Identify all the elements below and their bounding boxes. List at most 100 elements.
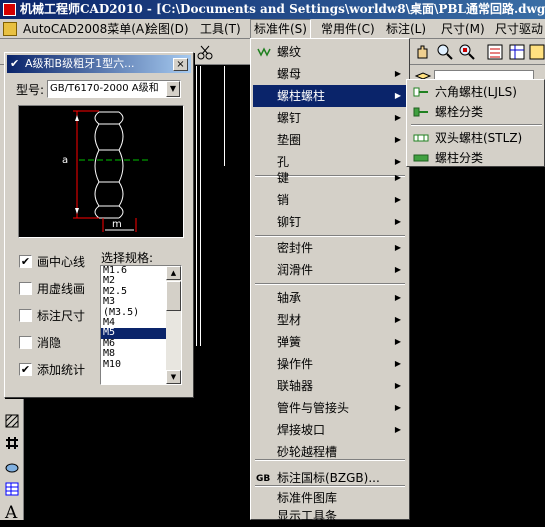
menu-item-lubricant[interactable]: 润滑件 ▶ xyxy=(253,259,407,281)
hex-bolt-icon xyxy=(413,87,428,97)
checkbox-statistics-label: 添加统计 xyxy=(37,363,86,377)
submenu-arrow-icon: ▶ xyxy=(394,265,401,274)
menu-item-screw[interactable]: 螺钉 ▶ xyxy=(253,107,407,129)
zoom-icon[interactable] xyxy=(436,43,454,61)
submenu-arrow-icon: ▶ xyxy=(394,195,401,204)
menu-item-coupling[interactable]: 联轴器 ▶ xyxy=(253,375,407,397)
menu-item-label: 联轴器 xyxy=(277,379,314,393)
menu-item-rivet[interactable]: 铆钉 ▶ xyxy=(253,211,407,233)
menubar: AutoCAD2008菜单(A) 绘图(D) 工具(T) 标准件(S) 常用件(… xyxy=(0,19,545,39)
scroll-down-icon[interactable]: ▼ xyxy=(166,370,181,384)
nut-preview: a m xyxy=(18,105,184,238)
submenu-item-double-stud[interactable]: 双头螺柱(STLZ) xyxy=(409,128,544,148)
hatch-icon[interactable] xyxy=(4,413,20,429)
menu-draw[interactable]: 绘图(D) xyxy=(143,19,192,39)
design-center-icon[interactable] xyxy=(508,43,526,61)
menu-item-label: 螺柱螺柱 xyxy=(277,89,326,103)
submenu-arrow-icon: ▶ xyxy=(394,69,401,78)
region-icon[interactable] xyxy=(4,459,20,475)
menu-item-bolt-stud[interactable]: 螺柱螺柱 ▶ xyxy=(253,85,407,107)
menu-standard-parts[interactable]: 标准件(S) xyxy=(250,19,311,39)
checkbox-centerline-label: 画中心线 xyxy=(37,255,86,269)
menu-item-label: 轴承 xyxy=(277,291,302,305)
drawing-line xyxy=(196,66,197,346)
submenu-arrow-icon: ▶ xyxy=(394,217,401,226)
table-grid-icon[interactable] xyxy=(4,435,20,451)
thread-icon xyxy=(257,47,271,57)
menu-item-spring[interactable]: 弹簧 ▶ xyxy=(253,331,407,353)
menu-dim-drive[interactable]: 尺寸驱动 xyxy=(492,19,545,39)
double-stud-icon xyxy=(413,134,429,142)
submenu-item-label: 螺栓分类 xyxy=(435,105,484,119)
dialog-titlebar[interactable]: ✔ A级和B级粗牙1型六... × xyxy=(7,55,191,73)
scroll-up-icon[interactable]: ▲ xyxy=(166,266,181,280)
menu-item-pipe-fittings[interactable]: 管件与管接头 ▶ xyxy=(253,397,407,419)
checkbox-dashed[interactable] xyxy=(19,282,32,295)
properties-icon[interactable] xyxy=(486,43,504,61)
checkmark-icon: ✔ xyxy=(10,57,20,70)
menu-separator xyxy=(411,124,542,126)
spec-label: 选择规格: xyxy=(101,251,154,265)
submenu-item-label: 六角螺柱(LJLS) xyxy=(435,85,517,99)
dialog-title: A级和B级粗牙1型六... xyxy=(25,57,135,70)
menu-separator xyxy=(255,283,405,285)
pan-icon[interactable] xyxy=(414,43,432,61)
menu-common-parts[interactable]: 常用件(C) xyxy=(318,19,378,39)
spec-list[interactable]: M1.6 M2 M2.5 M3 (M3.5) M4 M5 M6 M8 M10 ▲… xyxy=(100,265,182,385)
scroll-thumb[interactable] xyxy=(166,281,181,311)
menu-item-label: 密封件 xyxy=(277,241,314,255)
submenu-item-hex-bolt[interactable]: 六角螺柱(LJLS) xyxy=(409,82,544,102)
dialog-close-button[interactable]: × xyxy=(173,58,188,71)
menu-item-operating-part[interactable]: 操作件 ▶ xyxy=(253,353,407,375)
scissors-icon[interactable] xyxy=(196,43,214,61)
menu-item-label: 键 xyxy=(277,171,290,185)
menu-item-label: 铆钉 xyxy=(277,215,302,229)
submenu-item-stud-category[interactable]: 螺柱分类 xyxy=(409,148,544,168)
tool-palette-icon[interactable] xyxy=(528,43,545,61)
table-icon[interactable] xyxy=(4,481,20,497)
menu-item-weld-groove[interactable]: 焊接坡口 ▶ xyxy=(253,419,407,441)
menu-item-seal[interactable]: 密封件 ▶ xyxy=(253,237,407,259)
menu-autocad[interactable]: AutoCAD2008菜单(A) xyxy=(20,19,152,39)
submenu-item-bolt-category[interactable]: 螺栓分类 xyxy=(409,102,544,122)
menu-annotate[interactable]: 标注(L) xyxy=(383,19,429,39)
checkbox-statistics[interactable]: ✔ xyxy=(19,363,32,376)
menu-item-label: 弹簧 xyxy=(277,335,302,349)
submenu-item-label: 双头螺柱(STLZ) xyxy=(435,131,523,145)
text-tool-icon[interactable]: A xyxy=(5,503,17,523)
zoom-window-icon[interactable] xyxy=(458,43,476,61)
submenu-arrow-icon: ▶ xyxy=(394,315,401,324)
menu-item-nut[interactable]: 螺母 ▶ xyxy=(253,63,407,85)
drawing-line xyxy=(200,66,201,346)
menu-item-pin[interactable]: 销 ▶ xyxy=(253,189,407,211)
menu-item-label: 垫圈 xyxy=(277,133,302,147)
menu-item-label: 标准件图库 xyxy=(277,491,338,505)
checkbox-dimension[interactable] xyxy=(19,309,32,322)
menu-item-label: 管件与管接头 xyxy=(277,401,350,415)
menu-item-label: 螺母 xyxy=(277,67,302,81)
menu-item-thread[interactable]: 螺纹 xyxy=(253,41,407,63)
menu-item-label: 润滑件 xyxy=(277,263,314,277)
menu-item-label: 销 xyxy=(277,193,290,207)
type-select[interactable]: GB/T6170-2000 A级和 ▼ xyxy=(47,80,181,98)
menu-tools[interactable]: 工具(T) xyxy=(197,19,244,39)
type-value: GB/T6170-2000 A级和 xyxy=(50,83,159,94)
menu-item-label: 螺纹 xyxy=(277,45,302,59)
menu-item-label: 砂轮越程槽 xyxy=(277,445,338,459)
spec-scrollbar[interactable]: ▲ ▼ xyxy=(166,266,181,384)
menu-item-profile[interactable]: 型材 ▶ xyxy=(253,309,407,331)
menu-item-show-toolbar[interactable]: 显示工具条 xyxy=(253,505,407,527)
checkbox-centerline[interactable]: ✔ xyxy=(19,255,32,268)
menu-dimension[interactable]: 尺寸(M) xyxy=(438,19,488,39)
bolt-stud-submenu: 六角螺柱(LJLS) 螺栓分类 双头螺柱(STLZ) 螺柱分类 xyxy=(406,79,545,167)
menu-item-bearing[interactable]: 轴承 ▶ xyxy=(253,287,407,309)
chevron-down-icon[interactable]: ▼ xyxy=(166,81,180,97)
app-menu-icon[interactable] xyxy=(3,22,17,36)
menu-item-washer[interactable]: 垫圈 ▶ xyxy=(253,129,407,151)
menu-item-key[interactable]: 键 ▶ xyxy=(253,167,407,189)
stud-category-icon xyxy=(413,154,429,162)
submenu-arrow-icon: ▶ xyxy=(394,135,401,144)
checkbox-hide[interactable] xyxy=(19,336,32,349)
submenu-arrow-icon: ▶ xyxy=(394,425,401,434)
standard-parts-menu: 螺纹 螺母 ▶ 螺柱螺柱 ▶ 螺钉 ▶ 垫圈 ▶ 孔 ▶ 键 ▶ 销 ▶ 铆钉 ▶ 密封件 ▶ 润… xyxy=(250,38,410,523)
